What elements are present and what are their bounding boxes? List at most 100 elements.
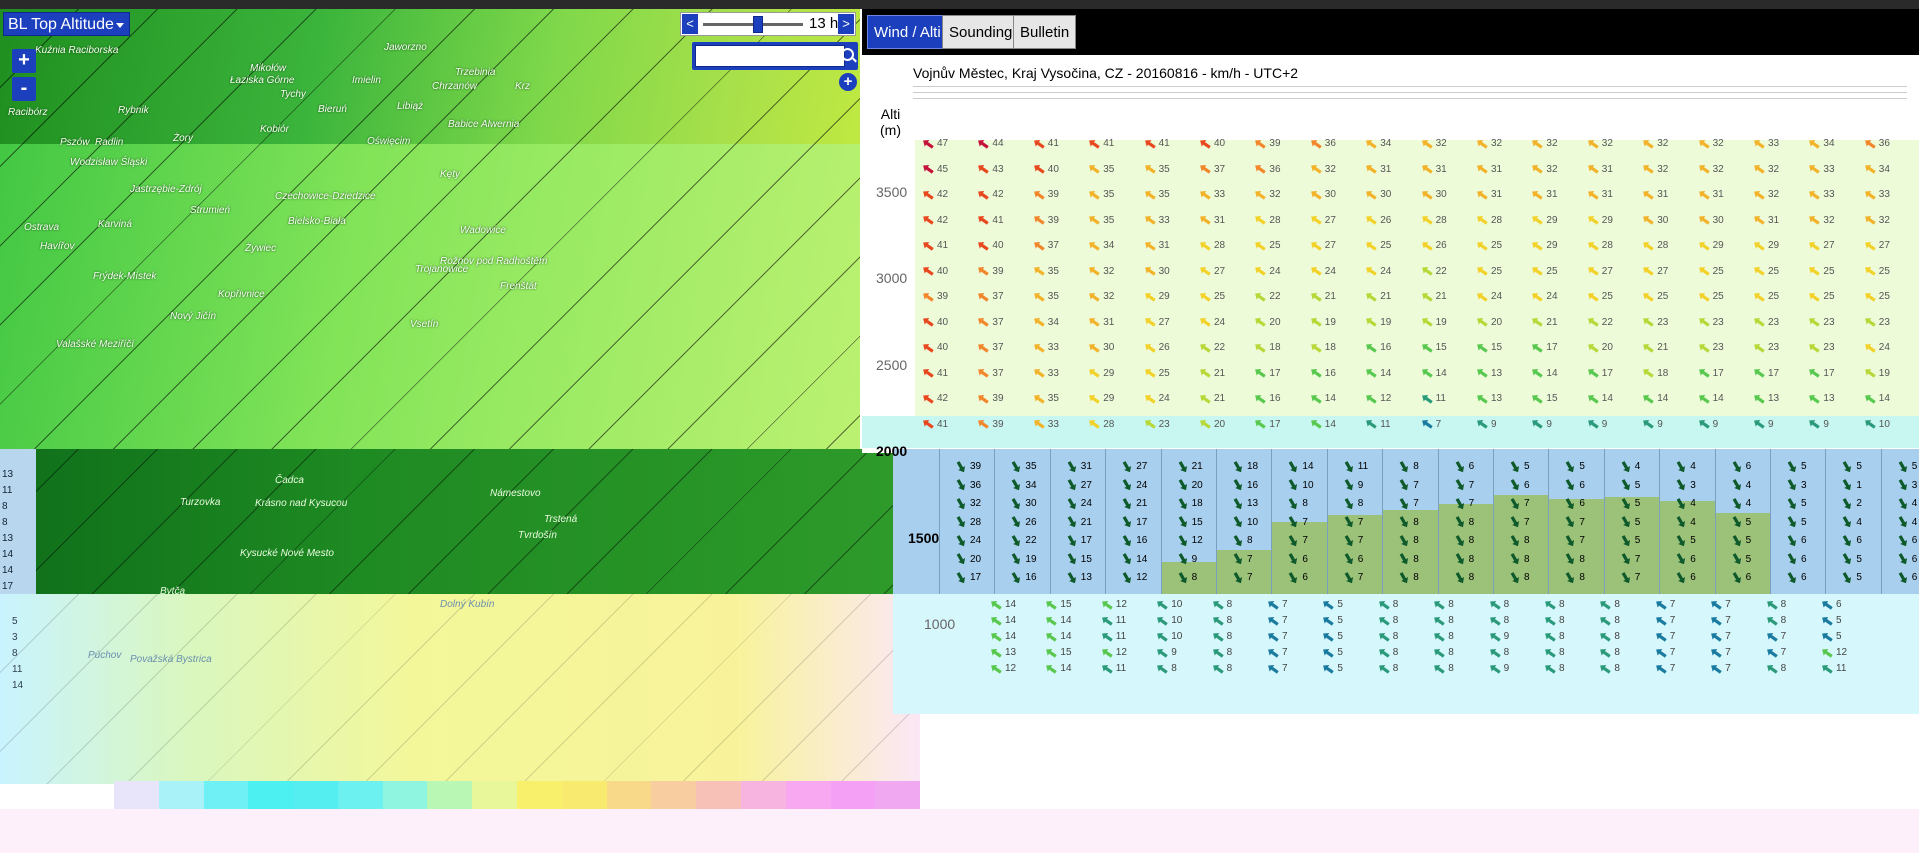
wind-speed-value: 16 — [1324, 367, 1336, 379]
wind-cell: 8 — [1212, 647, 1246, 658]
tab-bulletin[interactable]: Bulletin — [1013, 15, 1077, 49]
wind-speed-value: 15 — [1435, 342, 1447, 353]
wind-speed-value: 8 — [1614, 631, 1620, 642]
search-icon[interactable] — [841, 48, 854, 61]
wind-cell: 32 — [1254, 189, 1288, 200]
wind-arrow-icon — [1198, 239, 1212, 252]
wind-map[interactable]: Kuźnia Raciborska Jaworzno Mikołów Łaziska … — [0, 9, 860, 449]
wind-arrow-icon — [1266, 630, 1280, 643]
wind-cell: 31 — [1199, 215, 1233, 226]
wind-speed-value: 7 — [1669, 599, 1676, 610]
wind-arrow-icon — [1210, 662, 1224, 675]
wind-arrow-icon — [1752, 264, 1766, 277]
wind-arrow-icon — [1475, 366, 1489, 379]
wind-arrow-icon — [1509, 533, 1522, 547]
wind-cell: 32 — [1753, 189, 1787, 200]
wind-speed-value: 24 — [1214, 316, 1226, 328]
wind-cell: 25 — [1698, 291, 1732, 302]
wind-cell: 4 — [1731, 480, 1765, 491]
add-location-button[interactable]: + — [839, 73, 857, 91]
legend-swatch — [337, 781, 383, 809]
wind-arrow-icon — [1752, 315, 1766, 328]
wind-speed-value: 33 — [1823, 163, 1835, 175]
wind-arrow-icon — [1863, 239, 1877, 252]
wind-arrow-icon — [1377, 598, 1391, 611]
wind-arrow-icon — [955, 459, 968, 473]
map-place-label: Strumień — [190, 205, 231, 216]
wind-speed-value: 7 — [1357, 535, 1364, 546]
wind-arrow-icon — [1100, 646, 1114, 659]
zoom-in-button[interactable]: + — [12, 49, 36, 73]
wind-speed-value: 5 — [1524, 461, 1530, 472]
wind-arrow-icon — [989, 646, 1003, 659]
search-input[interactable] — [695, 45, 845, 67]
wind-speed-value: 29 — [1712, 240, 1724, 251]
wind-arrow-icon — [1752, 417, 1766, 430]
map-place-label: Čadca — [275, 475, 304, 486]
wind-speed-value: 9 — [1657, 418, 1663, 430]
wind-arrow-icon — [1530, 137, 1544, 150]
wind-arrow-icon — [1309, 341, 1323, 354]
tab-wind-alti[interactable]: Wind / Alti — [867, 15, 948, 49]
wind-cell: 29 — [1531, 215, 1565, 226]
wind-arrow-icon — [1863, 162, 1877, 175]
wind-arrow-icon — [955, 570, 968, 584]
color-legend — [114, 781, 921, 809]
wind-arrow-icon — [1530, 264, 1544, 277]
wind-arrow-icon — [1487, 630, 1501, 643]
wind-cell: 20 — [1587, 342, 1621, 353]
map-place-label: Frýdek-Místek — [93, 271, 157, 282]
wind-cell: 32 — [1421, 138, 1455, 149]
wind-arrow-icon — [1121, 496, 1134, 510]
wind-speed-value: 8 — [1524, 572, 1530, 583]
wind-cell: 8 — [1454, 535, 1488, 546]
wind-cell: 8 — [1378, 599, 1412, 610]
map-lower-region[interactable]: Turzovka Čadca Krásno nad Kysucou Kysucké N… — [0, 449, 893, 594]
time-prev-button[interactable]: < — [682, 14, 698, 34]
wind-speed-value: 45 — [937, 163, 949, 175]
wind-speed-value: 37 — [992, 316, 1004, 328]
wind-cell: 34 — [1808, 138, 1842, 149]
tab-sounding[interactable]: Sounding — [942, 15, 1020, 49]
wind-cell: 37 — [977, 291, 1011, 302]
wind-speed-value: 24 — [1269, 265, 1281, 277]
wind-cell: 7 — [1232, 554, 1266, 565]
wind-arrow-icon — [1807, 417, 1821, 430]
wind-arrow-icon — [1675, 570, 1688, 584]
layer-select[interactable]: BL Top Altitude — [3, 12, 130, 36]
wind-cell: 33 — [1864, 189, 1898, 200]
wind-speed-value: 29 — [1546, 240, 1558, 251]
wind-arrow-icon — [1475, 290, 1489, 303]
wind-cell: 41 — [922, 419, 956, 430]
wind-speed-value: 6 — [1524, 479, 1530, 491]
wind-speed-value: 7 — [1579, 516, 1585, 528]
left-value: 14 — [2, 549, 14, 560]
wind-speed-value: 32 — [1269, 189, 1281, 200]
map-place-label: Wadowice — [460, 225, 506, 236]
time-slider-thumb[interactable] — [753, 16, 763, 33]
wind-cell: 31 — [1698, 189, 1732, 200]
wind-cell: 10 — [1287, 480, 1321, 491]
wind-arrow-icon — [1210, 614, 1224, 627]
wind-arrow-icon — [1564, 478, 1577, 492]
wind-arrow-icon — [1087, 188, 1101, 201]
wind-speed-value: 39 — [992, 393, 1004, 404]
wind-arrow-icon — [1010, 533, 1023, 547]
wind-speed-value: 8 — [1468, 535, 1475, 546]
wind-speed-value: 6 — [1911, 572, 1918, 583]
map-bottom-region[interactable]: Púchov Považská Bystrica Dolný Kubín 5 3 8 11… — [0, 594, 920, 784]
wind-arrow-icon — [1696, 290, 1710, 303]
wind-cell: 5 — [1841, 572, 1875, 583]
wind-speed-value: 6 — [1690, 553, 1696, 565]
wind-speed-value: 24 — [1491, 291, 1503, 302]
wind-cell: 8 — [1212, 663, 1246, 674]
wind-speed-value: 20 — [970, 553, 982, 565]
wind-speed-value: 12 — [1115, 647, 1127, 658]
time-next-button[interactable]: > — [838, 14, 854, 34]
wind-speed-value: 14 — [1380, 367, 1392, 379]
zoom-out-button[interactable]: - — [12, 77, 36, 101]
wind-cell: 3 — [1786, 480, 1820, 491]
wind-cell: 41 — [1088, 138, 1122, 149]
wind-arrow-icon — [1342, 459, 1355, 473]
wind-arrow-icon — [1598, 646, 1612, 659]
